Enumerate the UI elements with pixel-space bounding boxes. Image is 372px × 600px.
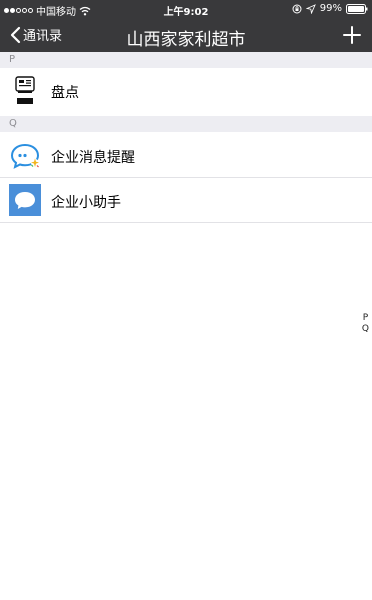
screen: 中国移动 上午9:02 99% 通讯录 山西家家利超市 P 盘点 Q 企业消息提… bbox=[0, 0, 372, 600]
inventory-device-icon bbox=[15, 76, 35, 104]
list-item-label: 盘点 bbox=[51, 85, 79, 101]
chat-bubble-reminder-icon bbox=[10, 143, 40, 169]
battery-percent: 99% bbox=[319, 3, 342, 14]
rotation-lock-icon bbox=[292, 4, 302, 13]
add-button[interactable] bbox=[342, 25, 362, 45]
list-item-enterprise-assistant[interactable]: 企业小助手 bbox=[0, 178, 372, 222]
status-bar: 中国移动 上午9:02 99% bbox=[0, 0, 372, 18]
page-title: 山西家家利超市 bbox=[126, 30, 246, 50]
location-arrow-icon bbox=[305, 3, 316, 14]
battery-icon bbox=[346, 3, 368, 14]
section-header-p: P bbox=[0, 52, 372, 68]
index-letter-q[interactable]: Q bbox=[362, 324, 369, 335]
row-divider bbox=[0, 222, 372, 223]
list-item-label: 企业消息提醒 bbox=[51, 150, 135, 166]
list-item-label: 企业小助手 bbox=[51, 195, 121, 211]
section-header-q: Q bbox=[0, 116, 372, 132]
index-letter-p[interactable]: P bbox=[363, 313, 368, 324]
navigation-bar: 通讯录 山西家家利超市 bbox=[0, 18, 372, 52]
list-item-inventory[interactable]: 盘点 bbox=[0, 68, 372, 112]
status-right: 99% bbox=[292, 3, 368, 14]
alphabet-index[interactable]: P Q bbox=[362, 313, 369, 335]
list-item-enterprise-reminder[interactable]: 企业消息提醒 bbox=[0, 133, 372, 177]
chat-bubble-assistant-icon bbox=[9, 184, 41, 216]
